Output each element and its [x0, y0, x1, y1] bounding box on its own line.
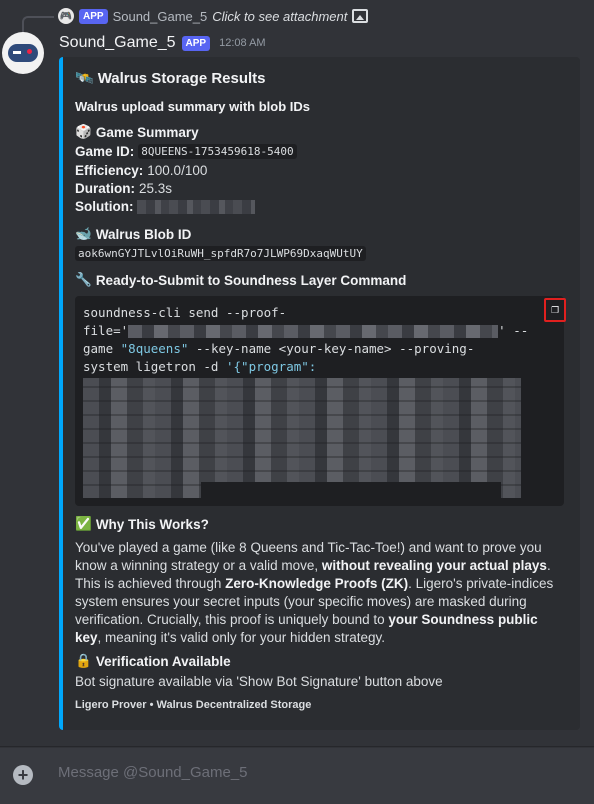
duration-value: 25.3s [139, 181, 173, 196]
reply-app-badge: APP [79, 8, 108, 24]
reply-username[interactable]: Sound_Game_5 [113, 9, 208, 24]
field-why: ✅ Why This Works? [75, 516, 209, 532]
field-blob-id: 🐋 Walrus Blob ID [75, 226, 191, 242]
code-line-4: system ligetron -d '{"program": [83, 359, 317, 374]
verification-text: Bot signature available via 'Show Bot Si… [75, 674, 443, 689]
embed-title-text: Walrus Storage Results [97, 69, 266, 87]
dice-icon: 🎲 [75, 124, 92, 139]
field-name: Game Summary [95, 124, 199, 140]
efficiency-value: 100.0/100 [147, 163, 208, 178]
blob-id-value: aok6wnGYJTLvlOiRuWH_spfdR7o7JLWP69DxaqWU… [75, 246, 366, 261]
field-name: Walrus Blob ID [95, 226, 192, 242]
command-code-block[interactable]: soundness-cli send --proof- file=' ' -- g… [75, 296, 566, 506]
solution-redacted [137, 199, 256, 214]
game-id-row: Game ID: 8QUEENS-1753459618-5400 [75, 144, 297, 159]
copy-code-button[interactable]: ❐ [544, 298, 566, 322]
game-id-value: 8QUEENS-1753459618-5400 [138, 144, 297, 159]
lock-icon: 🔒 [75, 653, 92, 668]
timestamp[interactable]: 12:08 AM [219, 37, 265, 49]
wrench-icon: 🔧 [75, 272, 92, 287]
message-input[interactable] [58, 764, 558, 781]
reply-connector [22, 16, 54, 34]
embed-description: Walrus upload summary with blob IDs [75, 99, 310, 114]
field-name: Verification Available [95, 653, 231, 669]
code-line-1: soundness-cli send --proof- [83, 305, 287, 320]
image-icon [352, 9, 369, 23]
solution-row: Solution: [75, 199, 256, 214]
field-game-summary: 🎲 Game Summary [75, 124, 199, 140]
add-attachment-button[interactable]: + [13, 765, 33, 785]
message-header: Sound_Game_5 APP 12:08 AM [59, 34, 266, 52]
copy-icon: ❐ [551, 302, 559, 317]
blob-id-row: aok6wnGYJTLvlOiRuWH_spfdR7o7JLWP69DxaqWU… [75, 246, 366, 261]
check-icon: ✅ [75, 516, 92, 531]
efficiency-label: Efficiency: [75, 163, 144, 178]
program-data-redacted [83, 378, 521, 498]
satellite-icon: 🛰️ [75, 70, 94, 87]
whale-icon: 🐋 [75, 226, 92, 241]
field-command: 🔧 Ready-to-Submit to Soundness Layer Com… [75, 272, 406, 288]
embed: 🛰️ Walrus Storage Results Walrus upload … [59, 57, 580, 730]
embed-title: 🛰️ Walrus Storage Results [75, 69, 266, 88]
efficiency-row: Efficiency: 100.0/100 [75, 163, 207, 178]
avatar[interactable] [2, 32, 44, 74]
why-text: You've played a game (like 8 Queens and … [75, 540, 554, 645]
duration-row: Duration: 25.3s [75, 181, 172, 196]
username[interactable]: Sound_Game_5 [59, 34, 176, 52]
game-id-label: Game ID: [75, 144, 135, 159]
field-verification: 🔒 Verification Available [75, 653, 231, 669]
code-line-3: game "8queens" --key-name <your-key-name… [83, 341, 475, 356]
field-name: Ready-to-Submit to Soundness Layer Comma… [95, 272, 407, 288]
reply-text[interactable]: Click to see attachment [212, 9, 347, 24]
divider [0, 746, 594, 747]
gamepad-icon [8, 44, 38, 62]
proof-file-redacted [128, 325, 499, 338]
reply-reference[interactable]: 🎮 APP Sound_Game_5 Click to see attachme… [58, 8, 369, 24]
duration-label: Duration: [75, 181, 135, 196]
solution-label: Solution: [75, 199, 134, 214]
embed-footer: Ligero Prover • Walrus Decentralized Sto… [75, 699, 312, 711]
code-line-2: file=' ' -- [83, 323, 529, 338]
app-badge: APP [181, 35, 211, 51]
field-name: Why This Works? [95, 516, 209, 532]
reply-avatar: 🎮 [58, 8, 74, 24]
